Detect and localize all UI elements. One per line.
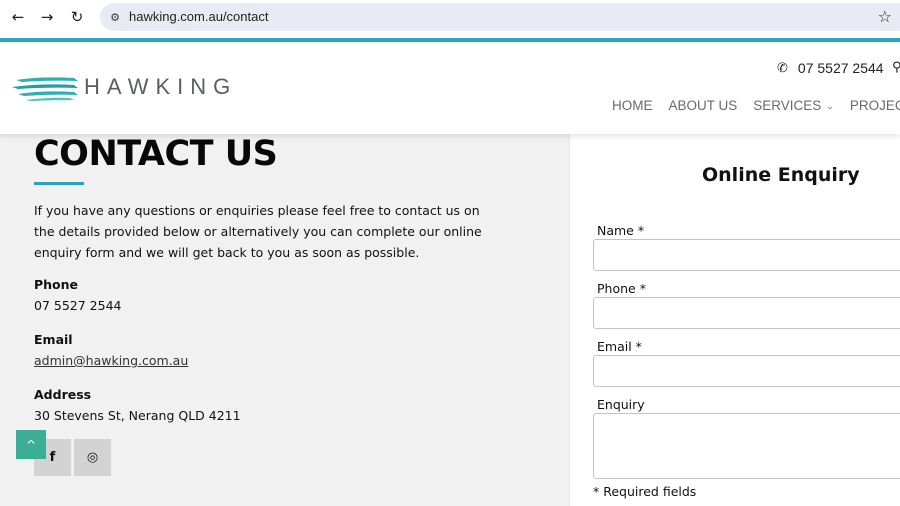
nav-home[interactable]: HOME — [612, 98, 653, 113]
email-field-label: Email * — [597, 339, 642, 354]
nav-services-label: SERVICES — [753, 98, 822, 113]
address-bar[interactable]: ⚙ hawking.com.au/contact ☆ — [100, 3, 900, 31]
phone-icon: ✆ — [777, 60, 788, 75]
site-header: HAWKING ✆ 07 5527 2544 ⚲ HOME ABOUT US S… — [0, 42, 900, 134]
enquiry-label: Enquiry — [597, 397, 645, 412]
email-label: Email — [34, 332, 73, 347]
logo-text: HAWKING — [84, 74, 238, 99]
logo-swoosh-icon — [12, 77, 78, 101]
browser-toolbar: ← → ↻ ⚙ hawking.com.au/contact ☆ — [0, 0, 900, 38]
title-underline — [34, 182, 84, 185]
chevron-up-icon: ^ — [25, 437, 37, 452]
back-icon[interactable]: ← — [7, 6, 29, 28]
intro-text: If you have any questions or enquiries p… — [34, 203, 482, 260]
email-input[interactable] — [593, 355, 900, 387]
phone-field-label: Phone * — [597, 281, 646, 296]
facebook-icon: f — [49, 450, 56, 465]
form-title: Online Enquiry — [702, 164, 860, 186]
nav-about-us[interactable]: ABOUT US — [669, 98, 738, 113]
instagram-button[interactable]: ◎ — [74, 439, 111, 476]
address-value: 30 Stevens St, Nerang QLD 4211 — [34, 408, 241, 423]
header-phone-number[interactable]: 07 5527 2544 — [798, 60, 884, 76]
instagram-icon: ◎ — [86, 450, 99, 465]
back-to-top-button[interactable]: ^ — [16, 430, 46, 459]
bookmark-star-icon[interactable]: ☆ — [878, 7, 892, 26]
nav-projects[interactable]: PROJECTS & C — [850, 98, 900, 113]
enquiry-textarea[interactable] — [593, 413, 900, 479]
required-fields-note: * Required fields — [593, 484, 697, 499]
site-info-icon[interactable]: ⚙ — [107, 9, 123, 25]
main-nav: HOME ABOUT US SERVICES ⌄ PROJECTS & C — [612, 98, 900, 113]
name-input[interactable] — [593, 239, 900, 271]
page-title: CONTACT US — [34, 134, 278, 174]
phone-input[interactable] — [593, 297, 900, 329]
header-phone[interactable]: ✆ 07 5527 2544 — [777, 60, 884, 76]
url-text[interactable]: hawking.com.au/contact — [129, 9, 268, 24]
phone-label: Phone — [34, 277, 79, 292]
forward-icon[interactable]: → — [36, 6, 58, 28]
phone-value[interactable]: 07 5527 2544 — [34, 298, 121, 313]
nav-services[interactable]: SERVICES ⌄ — [753, 98, 834, 113]
email-link[interactable]: admin@hawking.com.au — [34, 353, 188, 368]
logo[interactable]: HAWKING — [12, 72, 257, 102]
contact-info-section: CONTACT US If you have any questions or … — [0, 134, 568, 506]
enquiry-form: Online Enquiry Name * Phone * Email * En… — [569, 134, 900, 506]
location-pin-icon[interactable]: ⚲ — [892, 60, 900, 75]
address-label: Address — [34, 387, 92, 402]
name-label: Name * — [597, 223, 645, 238]
reload-icon[interactable]: ↻ — [66, 6, 88, 28]
chevron-down-icon: ⌄ — [826, 101, 834, 111]
